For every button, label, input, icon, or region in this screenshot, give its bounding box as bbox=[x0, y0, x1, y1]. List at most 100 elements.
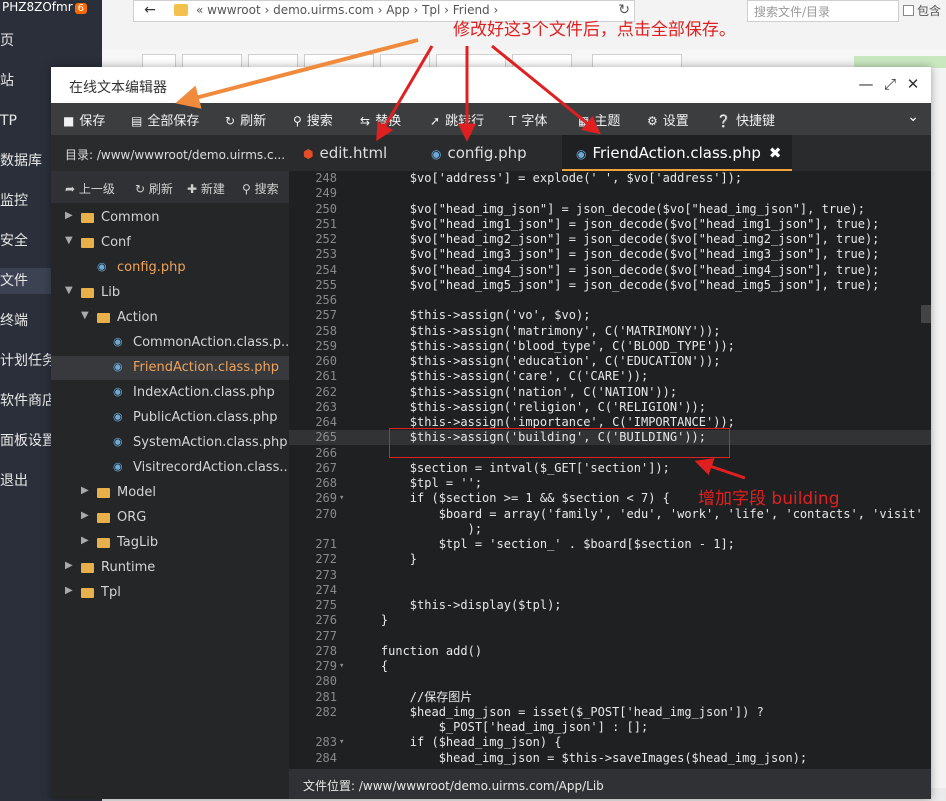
code-line[interactable]: 280 bbox=[289, 674, 931, 689]
code-line[interactable]: 261 $this->assign('care', C('CARE')); bbox=[289, 369, 931, 384]
code-line[interactable]: 252 $vo["head_img2_json"] = json_decode(… bbox=[289, 232, 931, 247]
code-line[interactable]: 254 $vo["head_img4_json"] = json_decode(… bbox=[289, 263, 931, 278]
chevron-right-icon[interactable]: ▶ bbox=[65, 585, 77, 596]
line-number: 266 bbox=[315, 445, 337, 460]
tree-file[interactable]: ◉ FriendAction.class.php bbox=[51, 356, 289, 380]
tree-file[interactable]: ◉ SystemAction.class.php bbox=[51, 431, 289, 455]
arrow-left-icon[interactable]: ← bbox=[138, 2, 162, 20]
code-line[interactable]: 277 bbox=[289, 629, 931, 644]
tree-file[interactable]: ◉ IndexAction.class.php bbox=[51, 381, 289, 405]
code-line[interactable]: 260 $this->assign('education', C('EDUCAT… bbox=[289, 354, 931, 369]
code-line[interactable]: 267 $section = intval($_GET['section']); bbox=[289, 461, 931, 476]
tree-folder[interactable]: ▶ TagLib bbox=[51, 531, 289, 555]
chevron-right-icon[interactable]: ▶ bbox=[65, 210, 77, 221]
code-line[interactable]: 257 $this->assign('vo', $vo); bbox=[289, 308, 931, 323]
include-checkbox[interactable]: 包含 bbox=[903, 2, 941, 19]
code-line[interactable]: 272 } bbox=[289, 552, 931, 567]
background-toolbar bbox=[102, 50, 946, 70]
code-line[interactable]: 262 $this->assign('nation', C('NATION'))… bbox=[289, 385, 931, 400]
code-line[interactable]: 284 $head_img_json = $this->saveImages($… bbox=[289, 751, 931, 766]
code-line[interactable]: ); bbox=[289, 522, 931, 537]
tree-folder[interactable]: ▶ Common bbox=[51, 206, 289, 230]
code-line[interactable]: 282 $head_img_json = isset($_POST['head_… bbox=[289, 705, 931, 720]
chevron-down-icon[interactable]: ▼ bbox=[65, 285, 77, 296]
code-text: $vo["head_img5_json"] = json_decode($vo[… bbox=[352, 277, 880, 292]
code-line[interactable]: 255 $vo["head_img5_json"] = json_decode(… bbox=[289, 278, 931, 293]
code-line[interactable]: 279 ▾ { bbox=[289, 659, 931, 674]
chevron-right-icon[interactable]: ▶ bbox=[65, 560, 77, 571]
code-line[interactable]: $_POST['head_img_json'] : []; bbox=[289, 720, 931, 735]
tab-edit-html[interactable]: ⬢ edit.html bbox=[289, 135, 417, 171]
code-line[interactable]: 263 $this->assign('religion', C('RELIGIO… bbox=[289, 400, 931, 415]
folder-icon bbox=[97, 488, 110, 498]
code-line[interactable]: 271 $tpl = 'section_' . $board[$section … bbox=[289, 537, 931, 552]
fold-icon[interactable]: ▾ bbox=[339, 735, 344, 750]
theme-button[interactable]: ▦ 主题 bbox=[578, 110, 620, 130]
code-line[interactable]: 249 bbox=[289, 186, 931, 201]
html5-icon: ⬢ bbox=[303, 147, 314, 161]
code-line[interactable]: 259 $this->assign('blood_type', C('BLOOD… bbox=[289, 339, 931, 354]
code-line[interactable]: 281 //保存图片 bbox=[289, 690, 931, 705]
code-text: //保存图片 bbox=[352, 689, 473, 704]
code-line[interactable]: 248 $vo['address'] = explode(' ', $vo['a… bbox=[289, 171, 931, 186]
chevron-right-icon[interactable]: ▶ bbox=[81, 485, 93, 496]
save-button[interactable]: ■ 保存 bbox=[63, 110, 105, 130]
font-button[interactable]: T 字体 bbox=[509, 110, 547, 130]
refresh-tree-button[interactable]: ↻ 刷新 bbox=[135, 180, 173, 197]
shortcuts-button[interactable]: ❔ 快捷键 bbox=[716, 110, 775, 130]
settings-button[interactable]: ⚙ 设置 bbox=[647, 110, 689, 130]
code-text: } bbox=[352, 613, 389, 628]
line-number: 249 bbox=[315, 186, 337, 201]
code-line[interactable]: 256 bbox=[289, 293, 931, 308]
file-search-input[interactable]: 搜索文件/目录 bbox=[747, 0, 899, 22]
code-line[interactable]: 273 bbox=[289, 568, 931, 583]
code-line[interactable]: 274 bbox=[289, 583, 931, 598]
tree-folder[interactable]: ▼ Action bbox=[51, 306, 289, 330]
code-line[interactable]: 250 $vo["head_img_json"] = json_decode($… bbox=[289, 202, 931, 217]
tree-folder[interactable]: ▶ Model bbox=[51, 481, 289, 505]
tree-folder[interactable]: ▶ ORG bbox=[51, 506, 289, 530]
chevron-right-icon[interactable]: ▶ bbox=[81, 510, 93, 521]
code-line[interactable]: 276 } bbox=[289, 613, 931, 628]
code-line[interactable]: 258 $this->assign('matrimony', C('MATRIM… bbox=[289, 324, 931, 339]
replace-button[interactable]: ⇆ 替换 bbox=[360, 110, 401, 130]
chevron-right-icon[interactable]: ▶ bbox=[81, 535, 93, 546]
chevron-down-icon[interactable]: ▼ bbox=[65, 235, 77, 246]
tree-file[interactable]: ◉ PublicAction.class.php bbox=[51, 406, 289, 430]
fold-icon[interactable]: ▾ bbox=[339, 659, 344, 674]
refresh-button[interactable]: ↻ 刷新 bbox=[225, 110, 266, 130]
sidebar-item[interactable]: 页 bbox=[0, 28, 102, 54]
goto-line-button[interactable]: ➚ 跳转行 bbox=[430, 110, 484, 130]
close-icon[interactable]: ✕ bbox=[904, 75, 922, 95]
search-button[interactable]: ⚲ 搜索 bbox=[293, 110, 333, 130]
tree-folder[interactable]: ▶ Tpl bbox=[51, 581, 289, 605]
go-up-button[interactable]: ➦ 上一级 bbox=[65, 180, 115, 197]
fold-icon[interactable]: ▾ bbox=[339, 491, 344, 506]
code-editor[interactable]: 248 $vo['address'] = explode(' ', $vo['a… bbox=[289, 171, 931, 769]
new-file-button[interactable]: ✚ 新建 bbox=[187, 180, 225, 197]
tree-file[interactable]: ◉ config.php bbox=[51, 256, 289, 280]
code-line[interactable]: 253 $vo["head_img3_json"] = json_decode(… bbox=[289, 247, 931, 262]
save-all-button[interactable]: ▤ 全部保存 bbox=[131, 110, 199, 130]
tab-config-php[interactable]: ◉ config.php bbox=[417, 135, 562, 171]
code-line[interactable]: 278 function add() bbox=[289, 644, 931, 659]
line-number: 268 bbox=[315, 476, 337, 490]
close-tab-icon[interactable]: ✖ bbox=[769, 144, 782, 162]
tab-friendaction-php[interactable]: ◉ FriendAction.class.php ✖ bbox=[562, 135, 792, 171]
tree-folder[interactable]: ▶ Runtime bbox=[51, 556, 289, 580]
tree-folder[interactable]: ▼ Lib bbox=[51, 281, 289, 305]
tree-file[interactable]: ◉ CommonAction.class.p... bbox=[51, 331, 289, 355]
chevron-down-icon[interactable]: ▼ bbox=[81, 310, 93, 321]
chevron-down-icon[interactable]: ⌄ bbox=[907, 109, 919, 125]
minimize-icon[interactable]: — bbox=[857, 75, 875, 95]
editor-titlebar: 在线文本编辑器 — ⤢ ✕ bbox=[51, 67, 931, 103]
goto-icon: ➚ bbox=[430, 114, 441, 128]
code-line[interactable]: 283 ▾ if ($head_img_json) { bbox=[289, 735, 931, 750]
tree-folder[interactable]: ▼ Conf bbox=[51, 231, 289, 255]
code-line[interactable]: 275 $this->display($tpl); bbox=[289, 598, 931, 613]
maximize-icon[interactable]: ⤢ bbox=[881, 75, 899, 95]
code-line[interactable]: 251 $vo["head_img1_json"] = json_decode(… bbox=[289, 217, 931, 232]
php-icon: ◉ bbox=[97, 260, 107, 273]
tree-file[interactable]: ◉ VisitrecordAction.class.... bbox=[51, 456, 289, 480]
search-tree-button[interactable]: ⚲ 搜索 bbox=[242, 180, 279, 197]
